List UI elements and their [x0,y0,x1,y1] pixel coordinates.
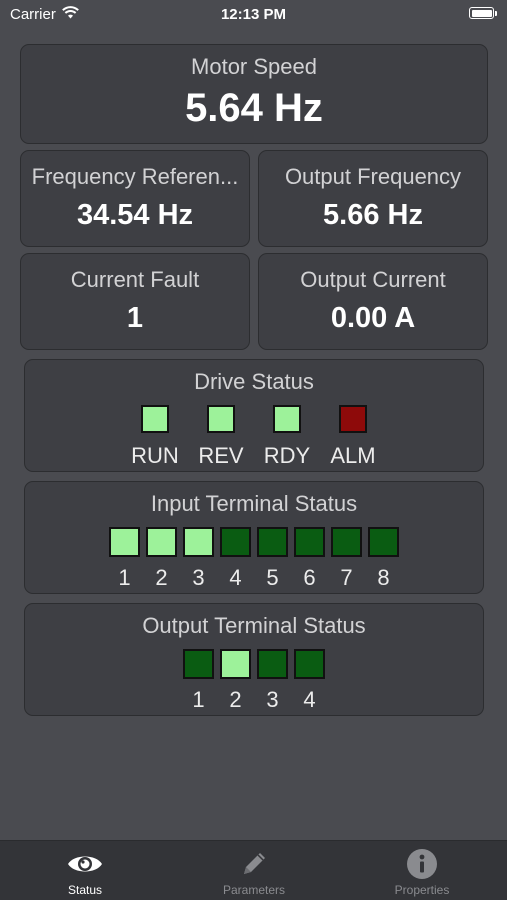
input-terminal-number: 2 [155,565,168,590]
alm-led-indicator [339,405,367,433]
input-terminal-8: 8 [368,527,399,591]
tab-status-label: Status [67,883,103,897]
drive-status-alm: ALM [326,405,380,469]
input-terminal-7: 7 [331,527,362,591]
output-terminal-2: 2 [220,649,251,713]
input-terminal-number: 5 [266,565,279,590]
drive-status-title: Drive Status [194,369,314,394]
input-terminal-number: 6 [303,565,316,590]
rdy-label: RDY [263,443,311,468]
input-terminal-number: 1 [118,565,131,590]
current-fault-title: Current Fault [70,267,200,292]
drive-status-rdy: RDY [260,405,314,469]
output-terminal-status-title: Output Terminal Status [142,613,366,638]
output-current-title: Output Current [300,267,446,292]
input-terminal-number: 4 [229,565,242,590]
output-terminal-led [257,649,288,679]
input-terminal-led [109,527,140,557]
motor-speed-value: 5.64 Hz [185,86,323,130]
input-terminal-2: 2 [146,527,177,591]
output-terminal-number: 1 [192,687,205,712]
input-terminal-led [146,527,177,557]
output-frequency-value: 5.66 Hz [323,199,423,231]
output-current-card: Output Current 0.00 A [258,253,488,350]
output-terminal-number: 3 [266,687,279,712]
drive-status-card: Drive Status RUN REV RDY ALM [24,359,484,472]
output-terminal-4: 4 [294,649,325,713]
rev-label: REV [198,443,244,468]
input-terminal-led [294,527,325,557]
drive-status-indicators: RUN REV RDY ALM [25,405,483,469]
output-terminal-status-card: Output Terminal Status 1 2 3 4 [24,603,484,716]
output-terminal-led [183,649,214,679]
frequency-reference-value: 34.54 Hz [76,199,194,231]
input-terminal-led [368,527,399,557]
info-icon [362,849,482,879]
tab-properties-label: Properties [394,883,450,897]
pencil-icon [194,849,314,879]
input-terminal-1: 1 [109,527,140,591]
motor-speed-card: Motor Speed 5.64 Hz [20,44,488,144]
tab-status[interactable]: Status [25,849,145,897]
motor-speed-title: Motor Speed [191,54,317,79]
alm-label: ALM [330,443,376,468]
frequency-reference-card: Frequency Referen... 34.54 Hz [20,150,250,247]
output-frequency-title: Output Frequency [284,164,462,189]
ios-status-bar: Carrier 12:13 PM [0,0,507,30]
rev-led-indicator [207,405,235,433]
frequency-reference-title: Frequency Referen... [31,164,239,189]
drive-status-run: RUN [128,405,182,469]
tab-parameters-label: Parameters [222,883,286,897]
output-terminal-indicators: 1 2 3 4 [25,649,483,713]
input-terminal-indicators: 1 2 3 4 5 6 7 8 [25,527,483,591]
input-terminal-led [183,527,214,557]
drive-status-rev: REV [194,405,248,469]
run-label: RUN [131,443,179,468]
current-fault-card: Current Fault 1 [20,253,250,350]
run-led-indicator [141,405,169,433]
output-terminal-number: 2 [229,687,242,712]
input-terminal-led [220,527,251,557]
rdy-led-indicator [273,405,301,433]
input-terminal-led [257,527,288,557]
input-terminal-number: 8 [377,565,390,590]
input-terminal-5: 5 [257,527,288,591]
output-terminal-number: 4 [303,687,316,712]
tab-properties[interactable]: Properties [362,849,482,897]
output-frequency-card: Output Frequency 5.66 Hz [258,150,488,247]
output-terminal-led [294,649,325,679]
input-terminal-status-title: Input Terminal Status [150,491,358,516]
output-current-value: 0.00 A [330,302,416,334]
tab-parameters[interactable]: Parameters [194,849,314,897]
input-terminal-led [331,527,362,557]
input-terminal-3: 3 [183,527,214,591]
input-terminal-status-card: Input Terminal Status 1 2 3 4 5 6 7 8 [24,481,484,594]
eye-icon [25,849,145,879]
tab-bar: Status Parameters Properties [0,840,507,900]
output-terminal-1: 1 [183,649,214,713]
status-time: 12:13 PM [220,6,287,23]
input-terminal-6: 6 [294,527,325,591]
current-fault-value: 1 [126,302,144,334]
input-terminal-4: 4 [220,527,251,591]
input-terminal-number: 3 [192,565,205,590]
output-terminal-3: 3 [257,649,288,713]
output-terminal-led [220,649,251,679]
battery-icon [469,7,497,19]
input-terminal-number: 7 [340,565,353,590]
